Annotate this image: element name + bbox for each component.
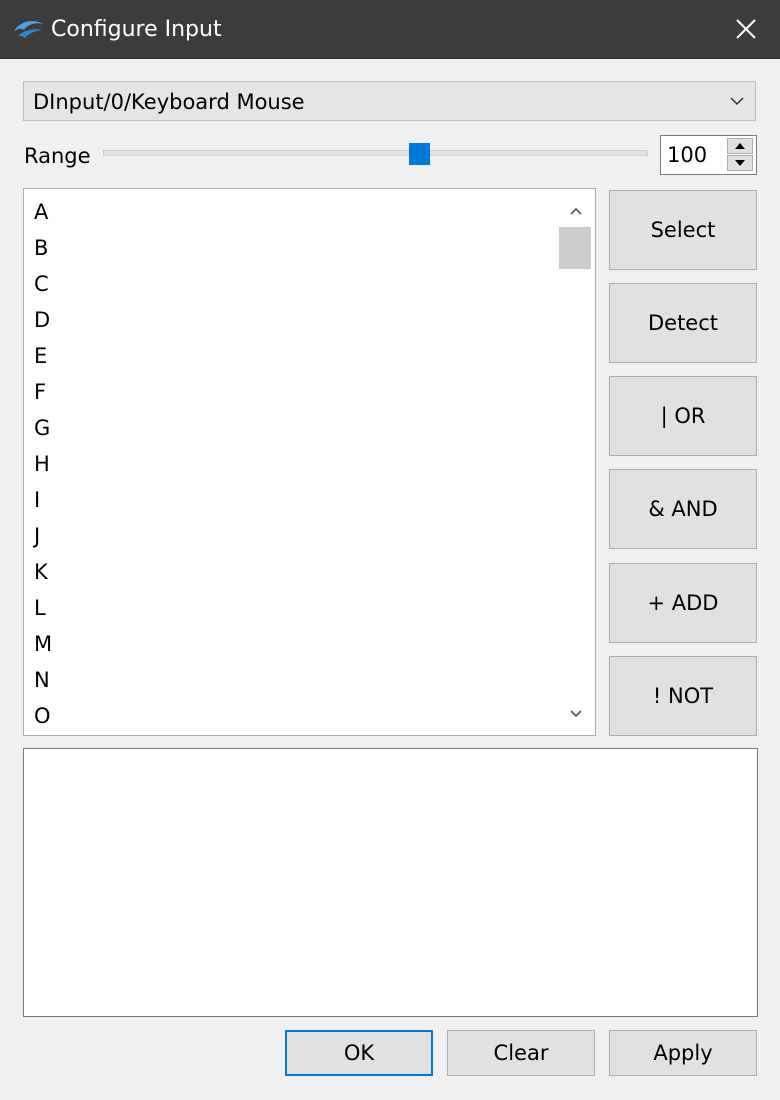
list-item[interactable]: C — [34, 266, 49, 302]
list-item[interactable]: B — [34, 230, 48, 266]
list-item[interactable]: L — [34, 590, 46, 626]
list-scrollbar[interactable] — [558, 189, 594, 735]
input-list[interactable]: A B C D E F G H I J K L M N O — [23, 188, 596, 736]
list-item[interactable]: M — [34, 626, 52, 662]
or-button[interactable]: | OR — [609, 376, 757, 456]
list-item[interactable]: F — [34, 374, 46, 410]
ok-button[interactable]: OK — [285, 1030, 433, 1076]
window-title: Configure Input — [51, 17, 222, 42]
list-item[interactable]: G — [34, 410, 50, 446]
list-item[interactable]: J — [34, 518, 40, 554]
spin-up-button[interactable] — [727, 138, 753, 154]
list-item[interactable]: I — [34, 482, 40, 518]
list-item[interactable]: K — [34, 554, 48, 590]
and-button[interactable]: & AND — [609, 469, 757, 549]
detect-button[interactable]: Detect — [609, 283, 757, 363]
scroll-up-icon[interactable] — [566, 201, 586, 221]
add-button[interactable]: + ADD — [609, 563, 757, 643]
list-item[interactable]: H — [34, 446, 50, 482]
range-spinbox[interactable]: 100 — [660, 135, 757, 175]
scrollbar-thumb[interactable] — [559, 227, 591, 269]
range-value: 100 — [667, 143, 708, 167]
close-icon — [736, 19, 756, 39]
spin-down-button[interactable] — [727, 155, 753, 171]
device-selected-value: DInput/0/Keyboard Mouse — [33, 90, 305, 114]
apply-button[interactable]: Apply — [609, 1030, 757, 1076]
arrow-down-icon — [735, 160, 745, 166]
list-item[interactable]: O — [34, 698, 51, 734]
list-item[interactable]: A — [34, 194, 48, 230]
list-item[interactable]: N — [34, 662, 50, 698]
not-button[interactable]: ! NOT — [609, 656, 757, 736]
select-button[interactable]: Select — [609, 190, 757, 270]
list-item[interactable]: D — [34, 302, 50, 338]
device-dropdown[interactable]: DInput/0/Keyboard Mouse — [23, 81, 756, 121]
chevron-down-icon — [727, 91, 747, 111]
arrow-up-icon — [735, 143, 745, 149]
dolphin-logo-icon — [12, 16, 46, 42]
title-bar: Configure Input — [0, 0, 780, 59]
range-slider[interactable] — [103, 150, 648, 156]
clear-button[interactable]: Clear — [447, 1030, 595, 1076]
range-slider-thumb[interactable] — [409, 143, 430, 165]
range-label: Range — [24, 144, 91, 168]
list-item[interactable]: E — [34, 338, 47, 374]
close-button[interactable] — [724, 8, 768, 50]
expression-editor[interactable] — [23, 748, 758, 1017]
scroll-down-icon[interactable] — [566, 704, 586, 724]
